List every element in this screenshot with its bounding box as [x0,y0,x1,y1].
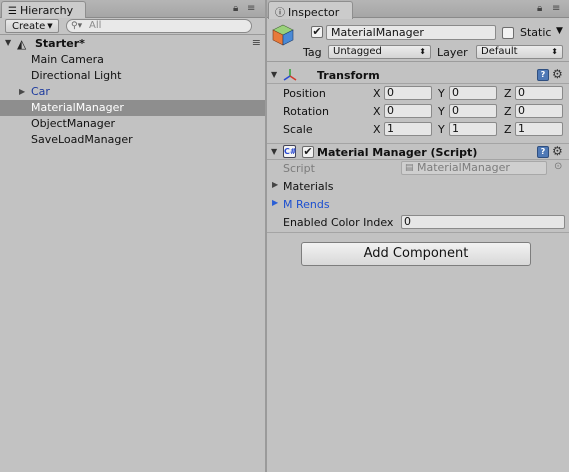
list-icon: ☰ [8,6,17,17]
mrends-row[interactable]: ▶ M Rends [267,196,569,212]
script-reference-field[interactable]: ▤ MaterialManager [401,161,547,175]
color-index-row: Enabled Color Index 0 [267,214,569,230]
panel-menu-icon[interactable]: ≡ [247,3,255,14]
unity-logo-icon: ◭ [17,37,27,51]
scene-name: Starter* [35,37,85,50]
rotation-z-field[interactable]: 0 [515,104,563,118]
hierarchy-toolbar: Create ▼ ⚲▾ All [0,18,265,35]
panel-menu-icon[interactable]: ≡ [552,3,560,14]
help-icon[interactable]: ? [537,146,549,158]
info-icon: ⓘ [275,8,285,19]
hierarchy-item-save-load-manager[interactable]: SaveLoadManager [0,132,265,148]
hierarchy-item-object-manager[interactable]: ObjectManager [0,116,265,132]
help-icon[interactable]: ? [537,69,549,81]
hierarchy-panel: ☰ Hierarchy 🔒︎ ≡ Create ▼ ⚲▾ All ▼ ◭ Start… [0,0,265,472]
position-row: Position X 0 Y 0 Z 0 [267,85,569,101]
gear-icon[interactable]: ⚙ [552,144,563,158]
transform-axes-icon [283,69,297,81]
tag-dropdown[interactable]: Untagged ⬍ [328,45,431,59]
materials-row[interactable]: ▶ Materials [267,178,569,194]
transform-header[interactable]: ▼ Transform ? ⚙ [267,67,569,84]
add-component-button[interactable]: Add Component [301,242,531,266]
position-x-field[interactable]: 0 [384,86,432,100]
csharp-script-icon: C# [283,145,297,158]
script-file-icon: ▤ [405,163,414,173]
hierarchy-tab-bar: ☰ Hierarchy 🔒︎ ≡ [0,0,265,19]
search-icon: ⚲▾ [71,21,83,31]
rotation-x-field[interactable]: 0 [384,104,432,118]
scale-x-field[interactable]: 1 [384,122,432,136]
hierarchy-item-main-camera[interactable]: Main Camera [0,52,265,68]
static-checkbox[interactable] [502,27,514,39]
foldout-expanded-icon[interactable]: ▼ [5,38,11,47]
script-component-header[interactable]: ▼ C# ✔ Material Manager (Script) ? ⚙ [267,143,569,160]
updown-icon: ⬍ [419,47,426,56]
rotation-y-field[interactable]: 0 [449,104,497,118]
position-z-field[interactable]: 0 [515,86,563,100]
scale-y-field[interactable]: 1 [449,122,497,136]
foldout-expanded-icon[interactable]: ▼ [271,70,277,79]
foldout-collapsed-icon[interactable]: ▶ [272,180,278,189]
gameobject-header: ✔ MaterialManager Static ▼ Tag Untagged ⬍… [267,18,569,62]
search-input[interactable]: ⚲▾ All [66,19,252,33]
active-checkbox[interactable]: ✔ [311,26,323,38]
static-dropdown-icon[interactable]: ▼ [556,26,563,36]
object-name-field[interactable]: MaterialManager [326,25,496,40]
object-picker-icon[interactable]: ⊙ [554,161,562,172]
enabled-color-index-field[interactable]: 0 [401,215,565,229]
inspector-tab-bar: ⓘ Inspector 🔒︎ ≡ [267,0,569,19]
hierarchy-item-directional-light[interactable]: Directional Light [0,68,265,84]
chevron-down-icon: ▼ [47,22,53,30]
foldout-collapsed-icon[interactable]: ▶ [272,198,278,207]
transform-title: Transform [317,69,380,82]
create-dropdown[interactable]: Create ▼ [5,19,59,33]
scale-z-field[interactable]: 1 [515,122,563,136]
scene-menu-icon[interactable]: ≡ [252,36,261,49]
position-y-field[interactable]: 0 [449,86,497,100]
gameobject-cube-icon [272,24,294,46]
lock-icon[interactable]: 🔒︎ [537,3,542,14]
script-component-title: Material Manager (Script) [317,146,478,159]
updown-icon: ⬍ [551,47,558,56]
hierarchy-item-car[interactable]: ▶ Car [0,84,265,100]
inspector-panel: ⓘ Inspector 🔒︎ ≡ ✔ MaterialManager Static… [267,0,569,472]
script-row: Script ▤ MaterialManager ⊙ [283,161,563,175]
layer-dropdown[interactable]: Default ⬍ [476,45,563,59]
rotation-row: Rotation X 0 Y 0 Z 0 [267,103,569,119]
tag-label: Tag [303,46,322,59]
gear-icon[interactable]: ⚙ [552,67,563,81]
tab-hierarchy[interactable]: ☰ Hierarchy [1,1,86,19]
lock-icon[interactable]: 🔒︎ [233,3,238,14]
foldout-collapsed-icon[interactable]: ▶ [19,84,25,100]
tab-inspector[interactable]: ⓘ Inspector [268,1,353,19]
component-divider [267,232,569,233]
scale-row: Scale X 1 Y 1 Z 1 [267,121,569,137]
static-label: Static [520,26,552,39]
hierarchy-item-material-manager[interactable]: MaterialManager [0,100,265,116]
scene-header[interactable]: ▼ ◭ Starter* ≡ [0,36,265,52]
layer-label: Layer [437,46,468,59]
component-enabled-checkbox[interactable]: ✔ [302,146,314,158]
foldout-expanded-icon[interactable]: ▼ [271,147,277,156]
